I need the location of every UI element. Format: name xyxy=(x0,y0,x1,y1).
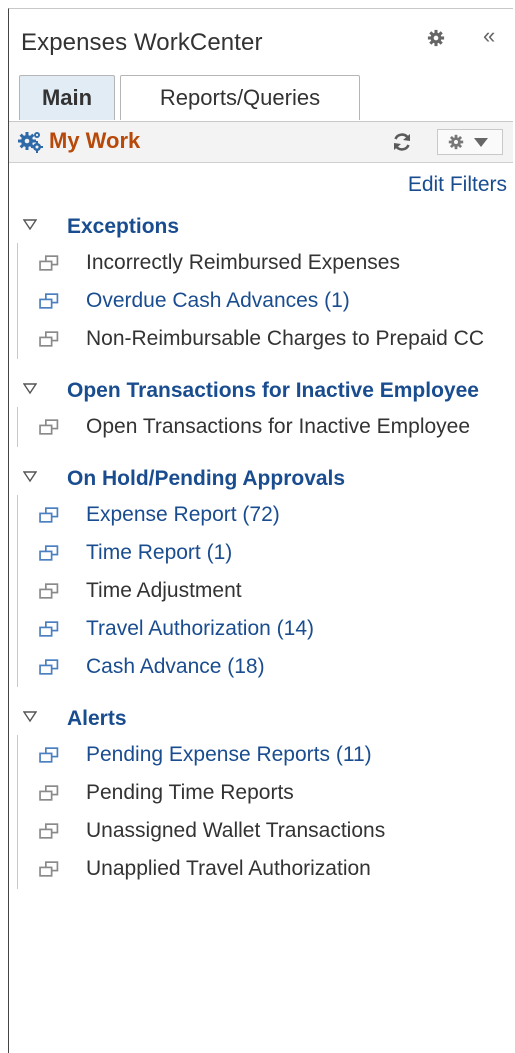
section-on-hold-pending-approvals: On Hold/Pending Approvals Expense Report … xyxy=(9,463,513,687)
gear-icon[interactable] xyxy=(427,29,445,47)
list-item[interactable]: Travel Authorization (14) xyxy=(18,611,513,649)
list-item: Open Transactions for Inactive Employee xyxy=(18,409,513,447)
workcenter-header: Expenses WorkCenter « xyxy=(9,9,513,81)
workcenter-title: Expenses WorkCenter xyxy=(21,29,263,56)
list-item-label[interactable]: Travel Authorization (14) xyxy=(86,611,513,644)
list-item: Unassigned Wallet Transactions xyxy=(18,813,513,851)
collapse-triangle-icon[interactable] xyxy=(23,383,37,395)
gear-icon xyxy=(448,134,464,150)
section-exceptions: Exceptions Incorrectly Reimbursed Expense… xyxy=(9,211,513,359)
pagelet-link-icon xyxy=(39,621,59,637)
collapse-triangle-icon[interactable] xyxy=(23,471,37,483)
actions-menu-button[interactable] xyxy=(437,129,503,155)
my-work-title: My Work xyxy=(49,128,141,153)
section-alerts: Alerts Pending Expense Reports (11) Pendin… xyxy=(9,703,513,889)
tab-main[interactable]: Main xyxy=(19,75,115,120)
list-item-label[interactable]: Cash Advance (18) xyxy=(86,649,513,682)
list-item-label: Unapplied Travel Authorization xyxy=(86,857,371,880)
list-item-label[interactable]: Pending Expense Reports (11) xyxy=(86,737,513,770)
chevron-down-icon xyxy=(474,138,488,147)
pagelet-link-icon xyxy=(39,419,59,435)
collapse-triangle-icon[interactable] xyxy=(23,219,37,231)
refresh-icon[interactable] xyxy=(391,131,413,153)
pagelet-link-icon xyxy=(39,861,59,877)
section-items: Incorrectly Reimbursed Expenses Overdue C… xyxy=(17,243,513,359)
section-items: Pending Expense Reports (11) Pending Time… xyxy=(17,735,513,889)
edit-filters-link[interactable]: Edit Filters xyxy=(408,173,507,197)
section-header[interactable]: Exceptions xyxy=(9,211,513,243)
list-item[interactable]: Time Report (1) xyxy=(18,535,513,573)
section-items: Expense Report (72) Time Report (1) Time A… xyxy=(17,495,513,687)
pagelet-link-icon xyxy=(39,747,59,763)
list-item[interactable]: Expense Report (72) xyxy=(18,497,513,535)
list-item[interactable]: Cash Advance (18) xyxy=(18,649,513,687)
section-title[interactable]: Alerts xyxy=(67,703,513,735)
section-title[interactable]: Exceptions xyxy=(67,211,513,243)
list-item: Incorrectly Reimbursed Expenses xyxy=(18,245,513,283)
tab-reports-queries[interactable]: Reports/Queries xyxy=(120,75,360,120)
section-title[interactable]: Open Transactions for Inactive Employee xyxy=(67,375,513,407)
pagelet-link-icon xyxy=(39,255,59,271)
gears-icon xyxy=(18,132,43,153)
list-item-label: Pending Time Reports xyxy=(86,781,294,804)
list-item-label: Unassigned Wallet Transactions xyxy=(86,819,386,842)
my-work-sections: Exceptions Incorrectly Reimbursed Expense… xyxy=(9,211,513,905)
workcenter-panel: Expenses WorkCenter « Main Reports/Queri… xyxy=(8,8,513,1053)
my-work-pagelet-header: My Work xyxy=(9,122,513,163)
list-item[interactable]: Overdue Cash Advances (1) xyxy=(18,283,513,321)
list-item-label: Time Adjustment xyxy=(86,579,242,602)
list-item-label[interactable]: Overdue Cash Advances (1) xyxy=(86,283,513,316)
collapse-icon[interactable]: « xyxy=(483,25,495,47)
pagelet-link-icon xyxy=(39,293,59,309)
section-header[interactable]: Alerts xyxy=(9,703,513,735)
workcenter-tabs: Main Reports/Queries xyxy=(9,75,513,122)
pagelet-link-icon xyxy=(39,331,59,347)
list-item-label: Non-Reimbursable Charges to Prepaid CC xyxy=(86,327,485,350)
list-item-label[interactable]: Time Report (1) xyxy=(86,535,513,568)
section-header[interactable]: Open Transactions for Inactive Employee xyxy=(9,375,513,407)
list-item-label: Open Transactions for Inactive Employee xyxy=(86,415,471,438)
list-item: Pending Time Reports xyxy=(18,775,513,813)
pagelet-link-icon xyxy=(39,583,59,599)
pagelet-link-icon xyxy=(39,785,59,801)
section-open-transactions-for-inactive-employee: Open Transactions for Inactive Employee O… xyxy=(9,375,513,447)
collapse-triangle-icon[interactable] xyxy=(23,711,37,723)
list-item[interactable]: Pending Expense Reports (11) xyxy=(18,737,513,775)
section-items: Open Transactions for Inactive Employee xyxy=(17,407,513,447)
section-title[interactable]: On Hold/Pending Approvals xyxy=(67,463,513,495)
list-item: Time Adjustment xyxy=(18,573,513,611)
section-header[interactable]: On Hold/Pending Approvals xyxy=(9,463,513,495)
pagelet-link-icon xyxy=(39,507,59,523)
pagelet-link-icon xyxy=(39,823,59,839)
pagelet-link-icon xyxy=(39,659,59,675)
list-item: Non-Reimbursable Charges to Prepaid CC xyxy=(18,321,513,359)
list-item-label: Incorrectly Reimbursed Expenses xyxy=(86,251,400,274)
list-item-label[interactable]: Expense Report (72) xyxy=(86,497,513,530)
pagelet-link-icon xyxy=(39,545,59,561)
list-item: Unapplied Travel Authorization xyxy=(18,851,513,889)
